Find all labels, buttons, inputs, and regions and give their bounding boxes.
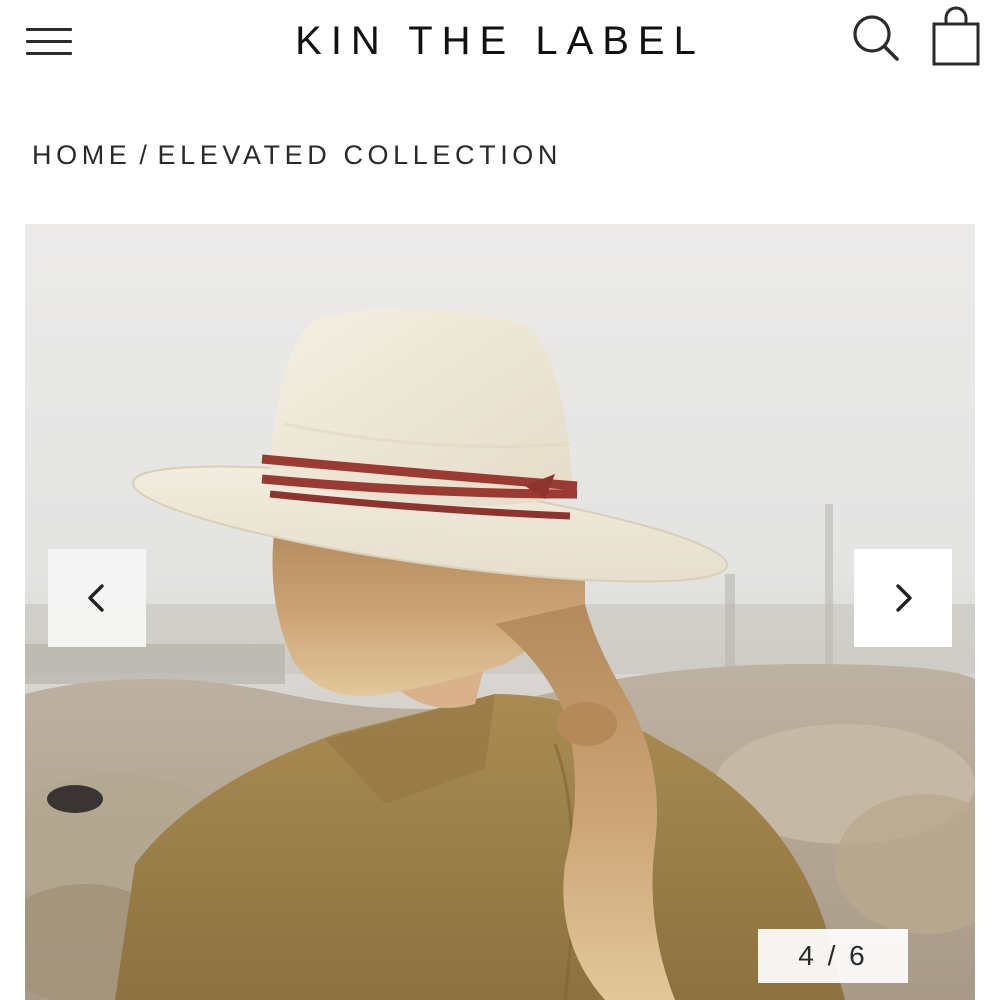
product-photo bbox=[25, 224, 975, 1000]
search-icon bbox=[853, 15, 899, 61]
breadcrumb-home-link[interactable]: HOME bbox=[32, 140, 131, 170]
breadcrumb-current-link[interactable]: ELEVATED COLLECTION bbox=[158, 140, 562, 170]
shopping-bag-icon bbox=[932, 6, 980, 66]
cart-button[interactable] bbox=[928, 6, 984, 70]
hamburger-menu-icon bbox=[24, 22, 76, 62]
product-page: KIN THE LABEL HOME /ELEVATED COLLECTION bbox=[0, 0, 1000, 1000]
chevron-right-icon bbox=[896, 584, 912, 612]
brand-logo[interactable]: KIN THE LABEL bbox=[250, 16, 750, 66]
image-counter: 4 / 6 bbox=[758, 929, 908, 983]
next-image-button[interactable] bbox=[854, 549, 952, 647]
breadcrumb-separator: / bbox=[139, 140, 152, 170]
chevron-left-icon bbox=[88, 584, 104, 612]
menu-button[interactable] bbox=[24, 22, 76, 62]
previous-image-button[interactable] bbox=[48, 549, 146, 647]
breadcrumb: HOME / ELEVATED COLLECTION bbox=[32, 138, 562, 172]
site-header: KIN THE LABEL bbox=[0, 0, 1000, 90]
search-button[interactable] bbox=[848, 10, 904, 66]
product-image-gallery[interactable]: 4 / 6 bbox=[25, 224, 975, 1000]
